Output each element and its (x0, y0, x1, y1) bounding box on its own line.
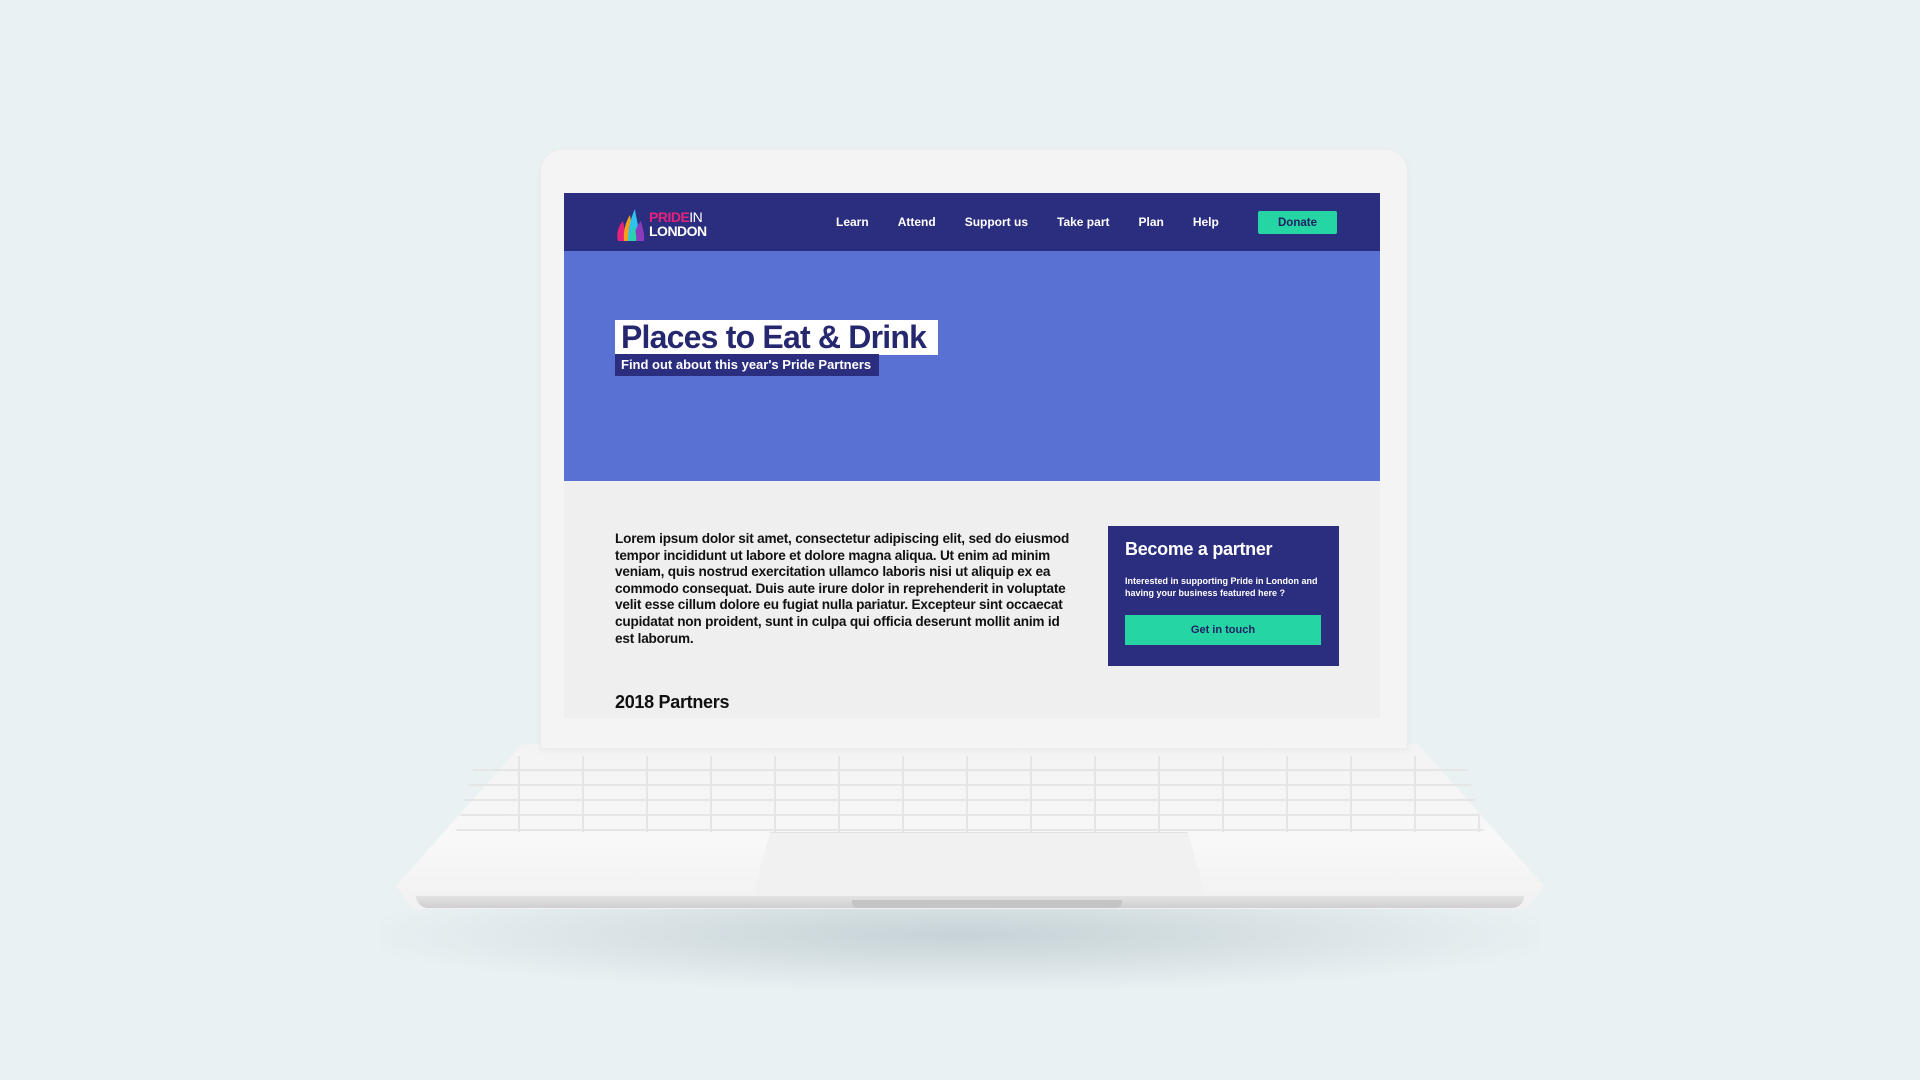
laptop-screen: PRIDEIN LONDON Learn Attend Support us T… (564, 193, 1380, 718)
partner-card-text: Interested in supporting Pride in London… (1125, 576, 1318, 598)
site-logo[interactable]: PRIDEIN LONDON (616, 205, 726, 241)
hero-banner: Places to Eat & Drink Find out about thi… (564, 251, 1380, 481)
intro-paragraph: Lorem ipsum dolor sit amet, consectetur … (615, 531, 1070, 646)
site-navbar: PRIDEIN LONDON Learn Attend Support us T… (564, 193, 1380, 251)
partners-heading: 2018 Partners (615, 692, 730, 712)
nav-link-take-part[interactable]: Take part (1057, 215, 1109, 229)
nav-link-learn[interactable]: Learn (836, 215, 869, 229)
nav-link-support-us[interactable]: Support us (965, 215, 1028, 229)
partner-card-title: Become a partner (1125, 539, 1273, 559)
pride-flames-logo-icon (617, 209, 645, 241)
nav-link-attend[interactable]: Attend (898, 215, 936, 229)
laptop-notch (852, 900, 1122, 908)
main-content: Lorem ipsum dolor sit amet, consectetur … (564, 481, 1380, 718)
nav-links: Learn Attend Support us Take part Plan H… (836, 193, 1219, 251)
page-title: Places to Eat & Drink (615, 320, 939, 355)
logo-london-text: LONDON (649, 223, 707, 239)
laptop-keyboard (456, 756, 1484, 832)
laptop-mockup-scene: PRIDEIN LONDON Learn Attend Support us T… (0, 0, 1920, 1080)
get-in-touch-button[interactable]: Get in touch (1125, 615, 1321, 645)
logo-wordmark: PRIDEIN LONDON (649, 210, 707, 238)
page-subtitle: Find out about this year's Pride Partner… (615, 354, 880, 376)
nav-link-plan[interactable]: Plan (1138, 215, 1163, 229)
laptop-trackpad (752, 832, 1206, 898)
nav-link-help[interactable]: Help (1193, 215, 1219, 229)
donate-button[interactable]: Donate (1258, 211, 1337, 234)
become-partner-card: Become a partner Interested in supportin… (1108, 526, 1339, 666)
